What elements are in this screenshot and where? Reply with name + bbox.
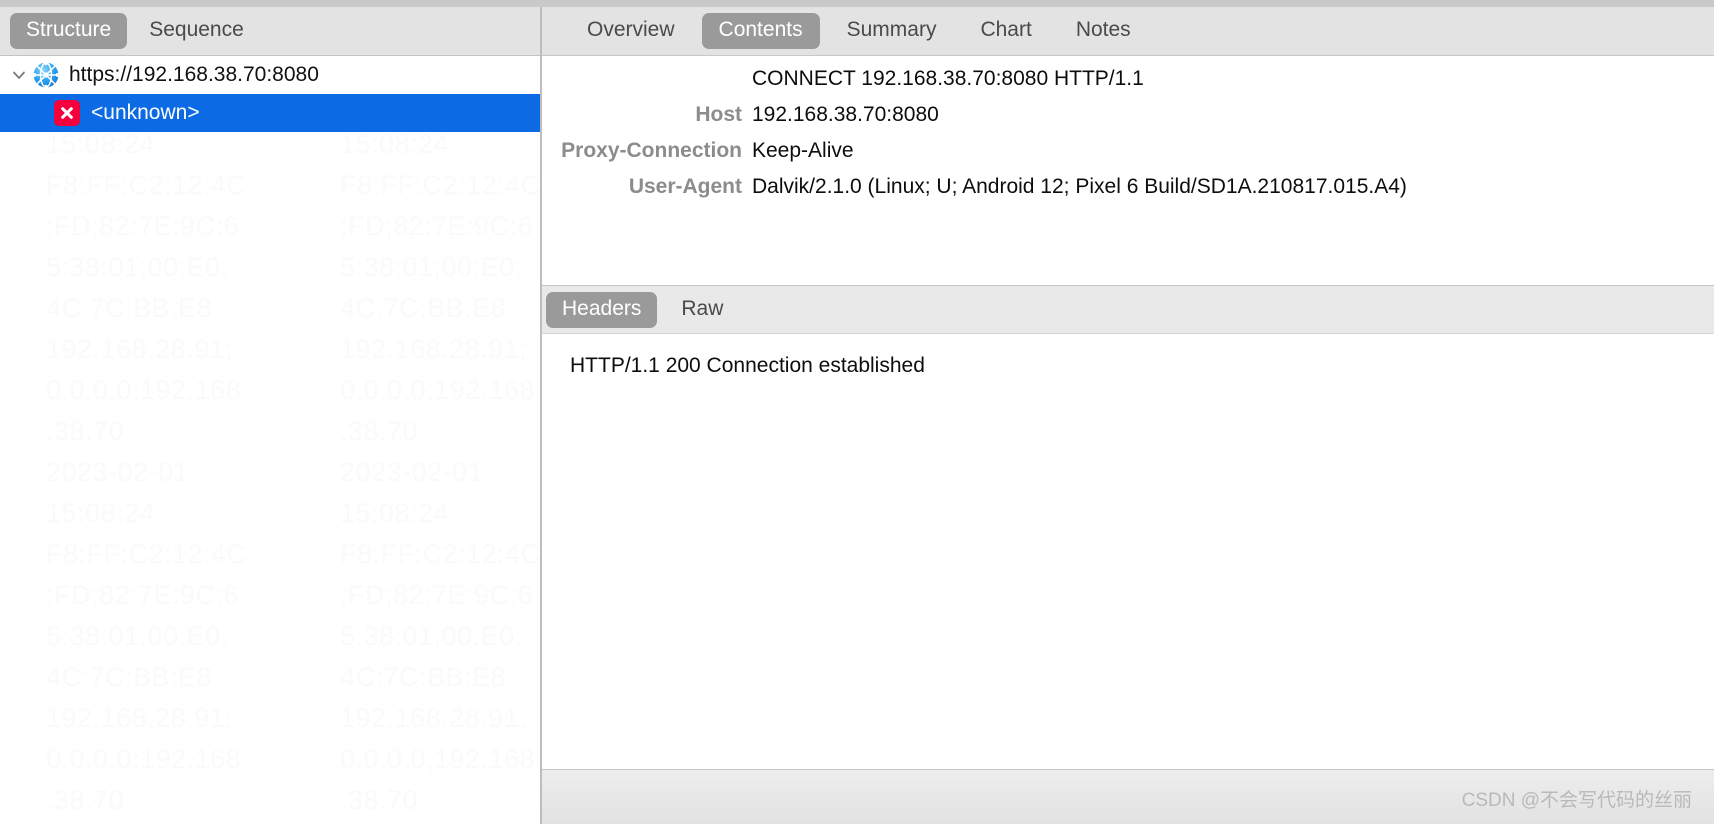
tab-summary[interactable]: Summary <box>830 13 954 49</box>
globe-icon <box>32 61 60 89</box>
header-name: Proxy-Connection <box>561 139 742 162</box>
tab-chart[interactable]: Chart <box>963 13 1048 49</box>
header-name: User-Agent <box>628 175 742 198</box>
tree-child-label: <unknown> <box>91 101 200 124</box>
header-row: Proxy-Connection Keep-Alive <box>542 139 1714 175</box>
response-body-area: HTTP/1.1 200 Connection established <box>542 334 1714 770</box>
tree-root-label: https://192.168.38.70:8080 <box>69 63 319 86</box>
window-title-strip <box>0 0 1714 7</box>
header-value: CONNECT 192.168.38.70:8080 HTTP/1.1 <box>752 67 1144 90</box>
right-panel: Overview Contents Summary Chart Notes CO… <box>542 7 1714 824</box>
response-sub-tab-bar: Headers Raw <box>542 285 1714 334</box>
right-tab-bar: Overview Contents Summary Chart Notes <box>542 7 1714 56</box>
tab-notes[interactable]: Notes <box>1059 13 1148 49</box>
header-row: User-Agent Dalvik/2.1.0 (Linux; U; Andro… <box>542 175 1714 211</box>
header-value: 192.168.38.70:8080 <box>752 103 939 126</box>
header-value: Keep-Alive <box>752 139 854 162</box>
panel-divider[interactable] <box>540 7 542 824</box>
chevron-down-icon[interactable] <box>6 66 32 84</box>
left-panel: Structure Sequence https://192.168.38.70… <box>0 7 590 824</box>
tab-sequence[interactable]: Sequence <box>133 13 260 49</box>
header-value: Dalvik/2.1.0 (Linux; U; Android 12; Pixe… <box>752 175 1407 198</box>
response-status-line: HTTP/1.1 200 Connection established <box>570 354 925 377</box>
tab-headers[interactable]: Headers <box>546 291 658 328</box>
header-name: Host <box>695 103 742 126</box>
tab-raw[interactable]: Raw <box>665 292 739 328</box>
session-tree: https://192.168.38.70:8080 <unknown> <box>0 56 590 824</box>
tab-structure[interactable]: Structure <box>10 13 128 49</box>
error-x-icon <box>54 100 80 126</box>
request-headers-area: CONNECT 192.168.38.70:8080 HTTP/1.1 Host… <box>542 56 1714 285</box>
tab-overview[interactable]: Overview <box>570 13 692 49</box>
header-row: CONNECT 192.168.38.70:8080 HTTP/1.1 <box>542 67 1714 103</box>
charles-proxy-window: 192.168.28.91; 0.0.0.0;192.168 .38.70 20… <box>0 0 1714 824</box>
left-tab-bar: Structure Sequence <box>0 7 590 56</box>
tree-row-root-host[interactable]: https://192.168.38.70:8080 <box>0 56 590 94</box>
tab-contents[interactable]: Contents <box>701 13 820 49</box>
csdn-attribution: CSDN @不会写代码的丝丽 <box>1461 790 1692 811</box>
header-row: Host 192.168.38.70:8080 <box>542 103 1714 139</box>
tree-row-unknown[interactable]: <unknown> <box>0 94 590 132</box>
